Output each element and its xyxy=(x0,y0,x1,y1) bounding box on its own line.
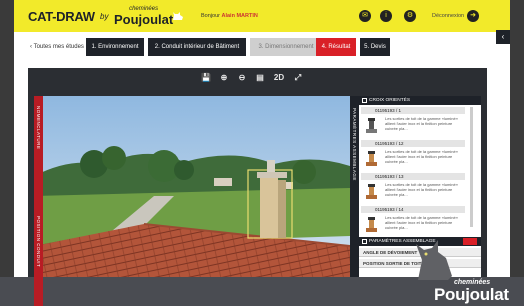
chimney-cap-icon xyxy=(366,118,377,133)
list-item[interactable]: 01195193 / 12 Les sorties de toit de la … xyxy=(361,140,465,171)
save-icon[interactable]: 💾 xyxy=(200,72,212,84)
step-devis[interactable]: 5. Devis xyxy=(360,38,390,56)
chimney-cap-icon xyxy=(366,151,377,166)
panel-header[interactable]: CROIX ORIENTÉS xyxy=(359,96,481,105)
user-name: Alain MARTIN xyxy=(221,13,258,19)
user-greeting: Bonjour Alain MARTIN xyxy=(201,13,258,19)
brand-logo: cheminées Poujoulat xyxy=(114,6,174,27)
app-logo: CAT-DRAW xyxy=(28,9,95,24)
settings-icon[interactable]: ⚙ xyxy=(404,10,416,22)
step-environnement[interactable]: 1. Environnement xyxy=(86,38,144,56)
chimney-cap-icon xyxy=(366,217,377,232)
product-list: 01195193 / 1 Les sorties de toit de la g… xyxy=(361,107,465,239)
info-icon[interactable]: i xyxy=(380,10,392,22)
2d-toggle[interactable]: 2D xyxy=(272,72,286,84)
zoom-out-icon[interactable]: ⊖ xyxy=(236,72,248,84)
list-item[interactable]: 01195193 / 13 Les sorties de toit de la … xyxy=(361,173,465,204)
left-side-panel-strip[interactable]: NOMENCLATURE POSITION CONDUIT xyxy=(34,96,43,306)
mail-icon[interactable]: ✉ xyxy=(359,10,371,22)
step-conduit[interactable]: 2. Conduit intérieur de Bâtiment xyxy=(148,38,246,56)
collapse-tab[interactable]: ‹ xyxy=(496,30,510,44)
list-item[interactable]: 01195193 / 14 Les sorties de toit de la … xyxy=(361,206,465,237)
panel-vertical-strip[interactable]: PARAMÈTRES ASSEMBLAGE xyxy=(350,96,359,306)
scene-render xyxy=(34,96,350,306)
scrollbar[interactable] xyxy=(470,107,473,227)
step-dimensionnement: 3. Dimensionnement xyxy=(250,38,322,56)
red-tag xyxy=(463,238,477,245)
back-link[interactable]: ‹ Toutes mes études xyxy=(30,44,84,50)
checkbox-icon[interactable] xyxy=(362,239,367,244)
step-resultat[interactable]: 4. Résultat xyxy=(316,38,356,56)
logo-by: by xyxy=(100,12,109,21)
list-icon[interactable]: ▤ xyxy=(254,72,266,84)
list-item[interactable]: 01195193 / 1 Les sorties de toit de la g… xyxy=(361,107,465,138)
cat-mascot-icon xyxy=(416,240,452,280)
expand-icon[interactable]: ⤢ xyxy=(292,72,304,84)
checkbox-icon[interactable] xyxy=(362,98,367,103)
top-bar: CAT-DRAW by cheminées Poujoulat Bonjour … xyxy=(14,0,510,32)
logout-icon[interactable]: ➜ xyxy=(467,10,479,22)
chimney-cap-icon xyxy=(366,184,377,199)
cat-icon xyxy=(173,12,183,20)
zoom-in-icon[interactable]: ⊕ xyxy=(218,72,230,84)
logout-label[interactable]: Déconnexion xyxy=(432,13,464,19)
3d-scene[interactable]: NOMENCLATURE POSITION CONDUIT xyxy=(34,96,350,306)
